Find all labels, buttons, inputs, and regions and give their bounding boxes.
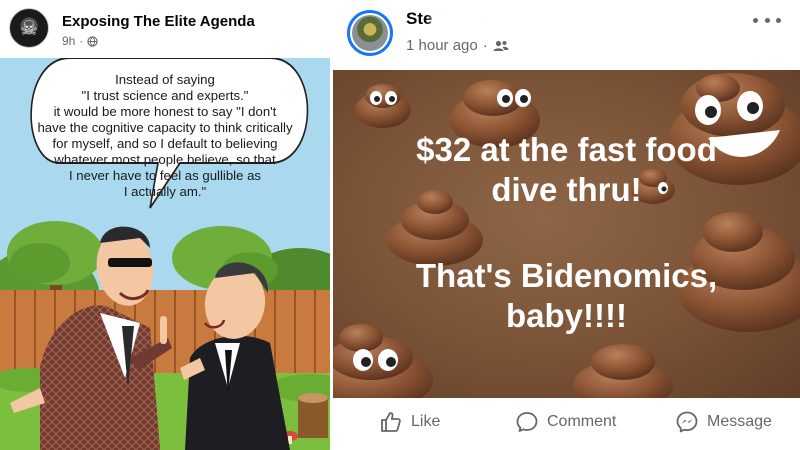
right-post: Ste Kraus 1 hour ago · [333, 0, 800, 450]
like-label: Like [411, 413, 441, 430]
status-background[interactable]: $32 at the fast food dive thru! That's B… [333, 70, 800, 398]
speech-line: Instead of saying [115, 72, 215, 87]
like-icon [381, 412, 401, 432]
comment-label: Comment [547, 413, 617, 430]
post-meta: 9h · [62, 34, 99, 48]
author-avatar[interactable] [347, 10, 393, 56]
name-redaction [432, 8, 490, 30]
speech-line: for myself, and so I default to believin… [52, 136, 278, 151]
more-options-icon[interactable] [753, 12, 781, 28]
message-button[interactable]: Message [675, 410, 772, 434]
action-bar: Like Comment Message [333, 398, 800, 450]
speech-line: it would be more honest to say "I don't [53, 104, 277, 119]
globe-icon [87, 35, 99, 47]
speech-line: I never have to feel as gullible as [68, 168, 262, 183]
poop-emoji-pattern [333, 73, 800, 398]
speech-line: have the cognitive capacity to think cri… [37, 120, 293, 135]
status-text-line2: That's Bidenomics, baby!!!! [415, 257, 718, 334]
speech-line: "I trust science and experts." [81, 88, 249, 103]
left-post: ☠ Exposing The Elite Agenda 9h · Instead… [0, 0, 330, 450]
skull-logo-icon: ☠ [20, 16, 38, 40]
messenger-icon [676, 411, 698, 433]
page-avatar[interactable]: ☠ [9, 8, 49, 48]
comment-button[interactable]: Comment [515, 410, 616, 434]
cartoon-image[interactable]: Instead of saying "I trust science and e… [0, 58, 330, 450]
post-time[interactable]: 9h [62, 34, 75, 48]
status-text-line1: $32 at the fast food dive thru! [416, 131, 717, 208]
comment-icon [516, 412, 538, 432]
message-label: Message [707, 413, 772, 430]
speech-line: I actually am." [123, 184, 207, 199]
meta-separator: · [79, 34, 84, 48]
speech-line: whatever most people believe, so that [54, 152, 276, 167]
author-avatar-image [352, 15, 388, 51]
like-button[interactable]: Like [379, 410, 440, 434]
page-name[interactable]: Exposing The Elite Agenda [62, 13, 255, 30]
post-time[interactable]: 1 hour ago [406, 37, 478, 54]
meta-separator: · [482, 37, 488, 54]
post-meta: 1 hour ago · [406, 37, 509, 54]
friends-icon [493, 40, 509, 51]
speech-bubble-text: Instead of saying "I trust science and e… [20, 72, 310, 200]
left-post-header: ☠ Exposing The Elite Agenda 9h · [0, 0, 330, 58]
